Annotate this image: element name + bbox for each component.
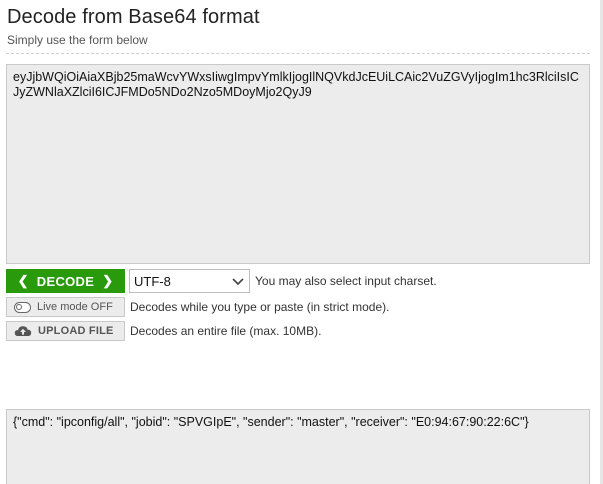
chevron-left-icon: ❮ [17, 273, 29, 288]
base64-input-textarea[interactable]: eyJjbWQiOiAiaXBjb25maWcvYWxsIiwgImpvYmlk… [6, 64, 590, 264]
live-mode-toggle[interactable]: Live mode OFF [6, 297, 125, 317]
cloud-upload-icon [14, 326, 32, 336]
chevron-right-icon: ❯ [102, 273, 114, 288]
chevron-down-icon [232, 278, 244, 286]
decode-button-label: DECODE [36, 273, 95, 289]
charset-select[interactable]: UTF-8 [129, 269, 250, 293]
upload-file-button[interactable]: UPLOAD FILE [6, 321, 125, 341]
header-divider [6, 53, 590, 54]
page-title: Decode from Base64 format [7, 6, 260, 28]
live-mode-hint: Decodes while you type or paste (in stri… [130, 300, 390, 314]
decode-button[interactable]: ❮ DECODE ❯ [6, 269, 125, 293]
upload-file-hint: Decodes an entire file (max. 10MB). [130, 324, 322, 338]
page-subtitle: Simply use the form below [7, 33, 148, 47]
charset-selected-value: UTF-8 [134, 273, 171, 289]
live-mode-label: Live mode OFF [37, 301, 113, 313]
decoded-output-textarea[interactable]: {"cmd": "ipconfig/all", "jobid": "SPVGIp… [6, 409, 590, 484]
upload-file-label: UPLOAD FILE [38, 325, 114, 337]
charset-hint: You may also select input charset. [255, 274, 437, 288]
toggle-off-icon [14, 301, 31, 313]
